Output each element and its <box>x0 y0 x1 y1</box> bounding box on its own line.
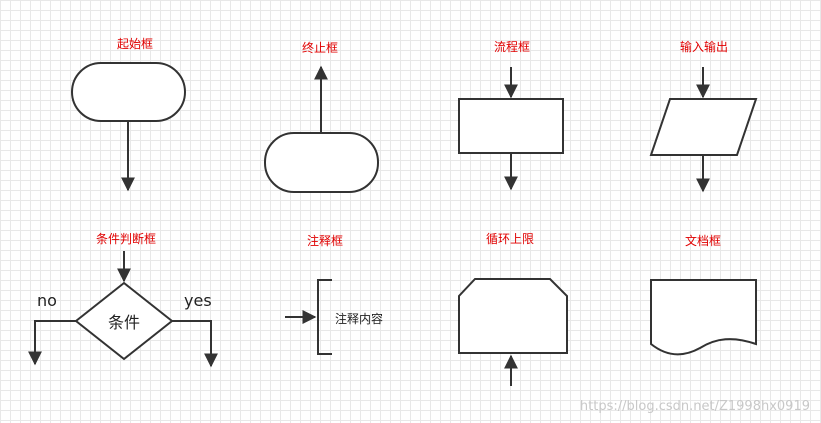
document-symbol: 文档框 <box>650 233 757 356</box>
io-symbol: 输入输出 <box>649 39 758 193</box>
process-rect-shape <box>458 98 564 154</box>
process-label: 流程框 <box>494 39 530 54</box>
io-parallelogram-shape <box>649 98 758 156</box>
watermark-text: https://blog.csdn.net/Z1998hx0919 <box>580 399 810 414</box>
flowchart-symbols-canvas: 起始框 终止框 流程框 输入输出 条件判断框 条件 no yes 注释框 注释内… <box>28 37 810 414</box>
process-symbol: 流程框 <box>458 39 564 191</box>
end-symbol: 终止框 <box>264 40 379 193</box>
decision-yes-label: yes <box>184 291 212 310</box>
decision-label: 条件判断框 <box>96 231 156 246</box>
comment-text: 注释内容 <box>335 311 383 326</box>
decision-text: 条件 <box>108 313 140 332</box>
comment-symbol: 注释框 注释内容 <box>285 233 383 355</box>
end-label: 终止框 <box>302 40 338 55</box>
comment-label: 注释框 <box>307 233 343 248</box>
decision-symbol: 条件判断框 条件 no yes <box>28 231 218 368</box>
io-label: 输入输出 <box>680 39 728 54</box>
start-label: 起始框 <box>117 37 153 51</box>
decision-no-label: no <box>37 291 57 310</box>
loop-limit-symbol: 循环上限 <box>458 232 568 386</box>
document-label: 文档框 <box>685 233 721 248</box>
start-terminal-shape <box>71 62 186 122</box>
loop-label: 循环上限 <box>486 232 534 246</box>
loop-limit-shape <box>458 278 568 354</box>
comment-bracket-shape <box>317 279 332 355</box>
end-terminal-shape <box>264 132 379 193</box>
decision-yes-branch-arrow <box>172 320 218 368</box>
decision-no-branch-arrow <box>28 320 76 366</box>
document-shape <box>650 279 757 356</box>
start-symbol: 起始框 <box>71 37 186 192</box>
